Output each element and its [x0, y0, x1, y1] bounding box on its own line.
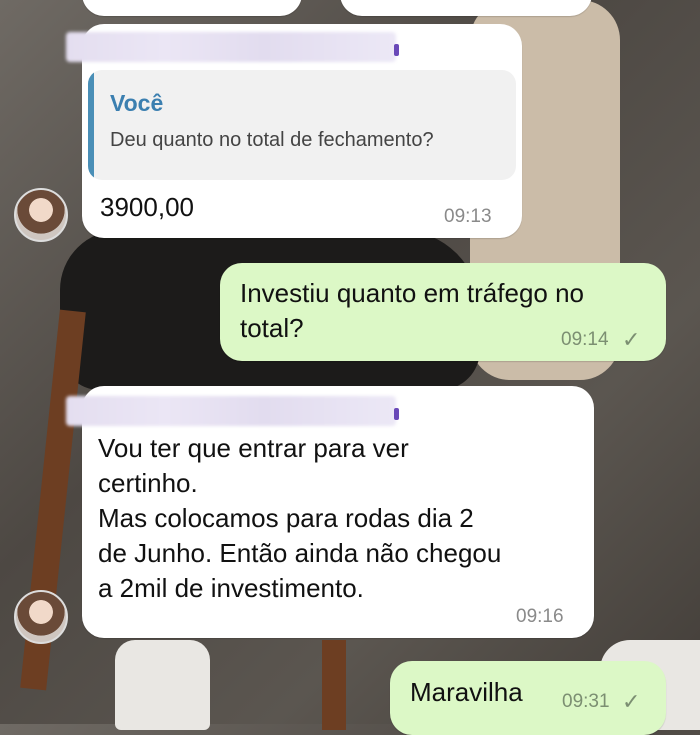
sender-name-tail — [394, 44, 399, 56]
single-check-icon: ✓ — [622, 327, 641, 352]
message-time: 09:14 — [561, 329, 609, 350]
message-time: 09:31 — [562, 691, 610, 712]
message-text: Vou ter que entrar para ver certinho. Ma… — [98, 433, 502, 603]
message-time: 09:13 — [444, 206, 492, 227]
contact-avatar[interactable] — [14, 590, 68, 644]
previous-outgoing-bubble — [340, 0, 592, 16]
quote-bar — [88, 70, 94, 180]
quote-author: Você — [110, 90, 164, 116]
previous-incoming-bubble — [82, 0, 302, 16]
quoted-message[interactable]: Você Deu quanto no total de fechamento? — [88, 70, 516, 180]
message-text: 3900,00 — [100, 192, 194, 222]
message-time: 09:16 — [516, 606, 564, 627]
message-bubble-outgoing[interactable]: Investiu quanto em tráfego no total? 09:… — [220, 263, 666, 361]
message-text: Investiu quanto em tráfego no total? — [240, 278, 585, 343]
single-check-icon: ✓ — [622, 689, 641, 714]
message-bubble-incoming[interactable]: Vou ter que entrar para ver certinho. Ma… — [66, 386, 594, 638]
message-bubble-incoming[interactable]: Você Deu quanto no total de fechamento? … — [66, 24, 522, 238]
sender-name-tail — [394, 408, 399, 420]
sender-name-redacted — [66, 32, 396, 62]
contact-avatar[interactable] — [14, 188, 68, 242]
sender-name-redacted — [66, 396, 396, 426]
quote-text: Deu quanto no total de fechamento? — [110, 129, 434, 151]
message-text: Maravilha — [410, 677, 523, 707]
